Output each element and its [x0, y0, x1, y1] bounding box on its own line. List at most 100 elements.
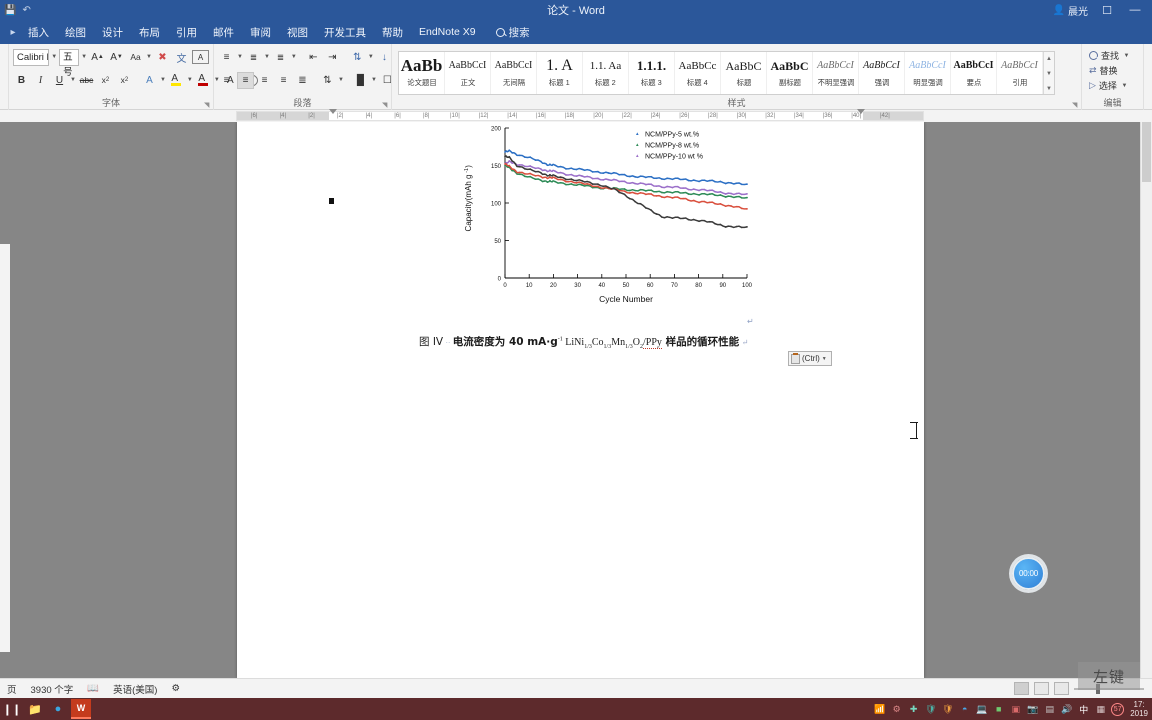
tab-review[interactable]: 审阅 — [242, 22, 279, 43]
tab-developer[interactable]: 开发工具 — [316, 22, 374, 43]
tab-references[interactable]: 引用 — [168, 22, 205, 43]
figure-cycling-performance[interactable]: 0 50 100 150 200 0 10 20 30 40 50 60 70 80 90 100 Cycle … — [459, 122, 759, 320]
sync-icon[interactable]: ✚ — [907, 703, 920, 716]
style-item-1[interactable]: AaBbCcI 正文 — [445, 52, 491, 94]
edge-icon[interactable]: ● — [48, 699, 68, 719]
tab-endnote[interactable]: EndNote X9 — [411, 23, 484, 41]
style-item-12[interactable]: AaBbCcI 要点 — [951, 52, 997, 94]
replace-button[interactable]: ⇄ 替换 — [1086, 63, 1139, 78]
strikethrough-button[interactable]: abc — [78, 72, 95, 89]
tab-insert[interactable]: 插入 — [20, 22, 57, 43]
right-indent-marker[interactable] — [857, 109, 865, 114]
proofing-icon[interactable]: 📖 — [80, 683, 106, 694]
undo-icon[interactable]: ↶ — [22, 5, 30, 16]
line-spacing-icon[interactable]: ⇅ — [319, 72, 336, 89]
grow-font-button[interactable]: A ▲ — [89, 49, 106, 66]
battery-icon[interactable]: ■ — [992, 703, 1005, 716]
paragraph-dialog-launcher[interactable]: ◥ — [382, 101, 389, 109]
style-item-10[interactable]: AaBbCcI 强调 — [859, 52, 905, 94]
ribbon-tab-bar[interactable]: ▸ 插入 绘图 设计 布局 引用 邮件 审阅 视图 开发工具 帮助 EndNot… — [0, 20, 1152, 44]
font-name-input[interactable]: Calibri Light — [13, 48, 50, 66]
sort-az-icon[interactable]: ↓ — [376, 49, 393, 66]
phonetic-guide-icon[interactable]: 文 — [173, 49, 190, 66]
paste-options-button[interactable]: (Ctrl) ▼ — [788, 351, 832, 366]
shading-chevron-down-icon[interactable]: ▼ — [371, 77, 377, 83]
web-layout-button[interactable] — [1054, 682, 1069, 695]
numbering-chevron-down-icon[interactable]: ▼ — [264, 54, 270, 60]
bluetooth-icon[interactable]: ◓ — [958, 703, 971, 716]
underline-chevron-down-icon[interactable]: ▼ — [70, 77, 76, 83]
ime-icon[interactable]: 中 — [1077, 703, 1090, 716]
minimize-button[interactable]: — — [1126, 4, 1144, 16]
font-name-chevron-down-icon[interactable]: ▼ — [51, 54, 57, 60]
change-case-chevron-down-icon[interactable]: ▼ — [146, 54, 152, 60]
tab-help[interactable]: 帮助 — [374, 22, 411, 43]
style-item-3[interactable]: 1. A 标题 1 — [537, 52, 583, 94]
monitor-icon[interactable]: 💻 — [975, 703, 988, 716]
styles-gallery[interactable]: AaBb 论文题目 AaBbCcI 正文 AaBbCcI 无间隔 1. A 标题… — [398, 51, 1055, 95]
paste-chevron-down-icon[interactable]: ▼ — [822, 356, 827, 362]
display-icon[interactable]: ▤ — [1043, 703, 1056, 716]
shield-icon[interactable]: 🛡 — [924, 703, 937, 716]
clear-formatting-icon[interactable]: ✖ — [154, 49, 171, 66]
style-item-6[interactable]: AaBbCc 标题 4 — [675, 52, 721, 94]
multilevel-list-icon[interactable]: ≣ — [272, 49, 289, 66]
quick-access-toolbar[interactable]: 💾 ↶ — [0, 5, 31, 16]
style-item-13[interactable]: AaBbCcI 引用 — [997, 52, 1043, 94]
volume-icon[interactable]: 🔊 — [1060, 703, 1073, 716]
styles-scroll-down-icon[interactable]: ▼ — [1046, 68, 1052, 80]
file-explorer-icon[interactable]: 📁 — [25, 699, 45, 719]
bold-button[interactable]: B — [13, 72, 30, 89]
horizontal-ruler[interactable]: |6| |4| |2| |2| |4| |6| |8| |10| |12| |14| |16| |18… — [236, 111, 924, 121]
subscript-button[interactable]: x2 — [97, 72, 114, 89]
text-highlight-icon[interactable]: A — [168, 72, 185, 89]
styles-scroll-up-icon[interactable]: ▲ — [1046, 53, 1052, 65]
ribbon-display-options-icon[interactable]: ☐ — [1098, 4, 1116, 17]
screen-icon[interactable]: ▣ — [1009, 703, 1022, 716]
style-item-0[interactable]: AaBb 论文题目 — [399, 52, 445, 94]
font-color-icon[interactable]: A — [195, 72, 212, 89]
search-box[interactable]: 搜索 — [495, 25, 530, 40]
style-item-7[interactable]: AaBbC 标题 — [721, 52, 767, 94]
align-left-icon[interactable]: ≡ — [218, 72, 235, 89]
italic-button[interactable]: I — [32, 72, 49, 89]
style-item-9[interactable]: AaBbCcI 不明显强调 — [813, 52, 859, 94]
align-center-icon[interactable]: ≡ — [237, 71, 254, 89]
change-case-button[interactable]: Aa — [127, 49, 144, 66]
select-chevron-down-icon[interactable]: ▼ — [1120, 83, 1129, 89]
share-account[interactable]: 👤 晨光 — [1053, 3, 1088, 18]
status-language[interactable]: 英语(美国) — [106, 682, 164, 696]
word-icon[interactable]: W — [71, 699, 91, 719]
tab-file[interactable]: ▸ — [6, 27, 20, 38]
text-effects-chevron-down-icon[interactable]: ▼ — [160, 77, 166, 83]
status-page[interactable]: 页 — [0, 682, 24, 696]
first-line-indent-marker[interactable] — [329, 109, 337, 114]
tab-draw[interactable]: 绘图 — [57, 22, 94, 43]
scrollbar-thumb[interactable] — [1142, 122, 1151, 182]
style-item-8[interactable]: AaBbC 副标题 — [767, 52, 813, 94]
shading-icon[interactable]: █ — [352, 72, 369, 89]
text-effects-icon[interactable]: A — [141, 72, 158, 89]
style-item-4[interactable]: 1.1. Aa 标题 2 — [583, 52, 629, 94]
style-item-11[interactable]: AaBbCcI 明显强调 — [905, 52, 951, 94]
tab-view[interactable]: 视图 — [279, 22, 316, 43]
print-layout-button[interactable] — [1034, 682, 1049, 695]
sort-chevron-down-icon[interactable]: ▼ — [368, 54, 374, 60]
styles-gallery-scroll[interactable]: ▲ ▼ ▼ — [1043, 52, 1054, 94]
font-dialog-launcher[interactable]: ◥ — [204, 101, 211, 109]
find-button[interactable]: 查找 ▼ — [1086, 48, 1139, 63]
taskbar-clock[interactable]: 17: 2019 — [1128, 700, 1148, 718]
style-item-2[interactable]: AaBbCcI 无间隔 — [491, 52, 537, 94]
multilevel-chevron-down-icon[interactable]: ▼ — [291, 54, 297, 60]
align-right-icon[interactable]: ≡ — [256, 72, 273, 89]
shrink-font-button[interactable]: A ▼ — [108, 49, 125, 66]
highlight-chevron-down-icon[interactable]: ▼ — [187, 77, 193, 83]
badge-57-icon[interactable]: 57 — [1111, 702, 1125, 716]
style-item-5[interactable]: 1.1.1. 标题 3 — [629, 52, 675, 94]
line-spacing-chevron-down-icon[interactable]: ▼ — [338, 77, 344, 83]
bullets-icon[interactable]: ≡ — [218, 49, 235, 66]
sort-icon[interactable]: ⇅ — [349, 49, 366, 66]
document-page[interactable]: 0 50 100 150 200 0 10 20 30 40 50 60 70 80 90 100 Cycle … — [237, 122, 924, 678]
calc-icon[interactable]: ▦ — [1094, 703, 1107, 716]
vertical-scrollbar[interactable] — [1140, 122, 1152, 686]
